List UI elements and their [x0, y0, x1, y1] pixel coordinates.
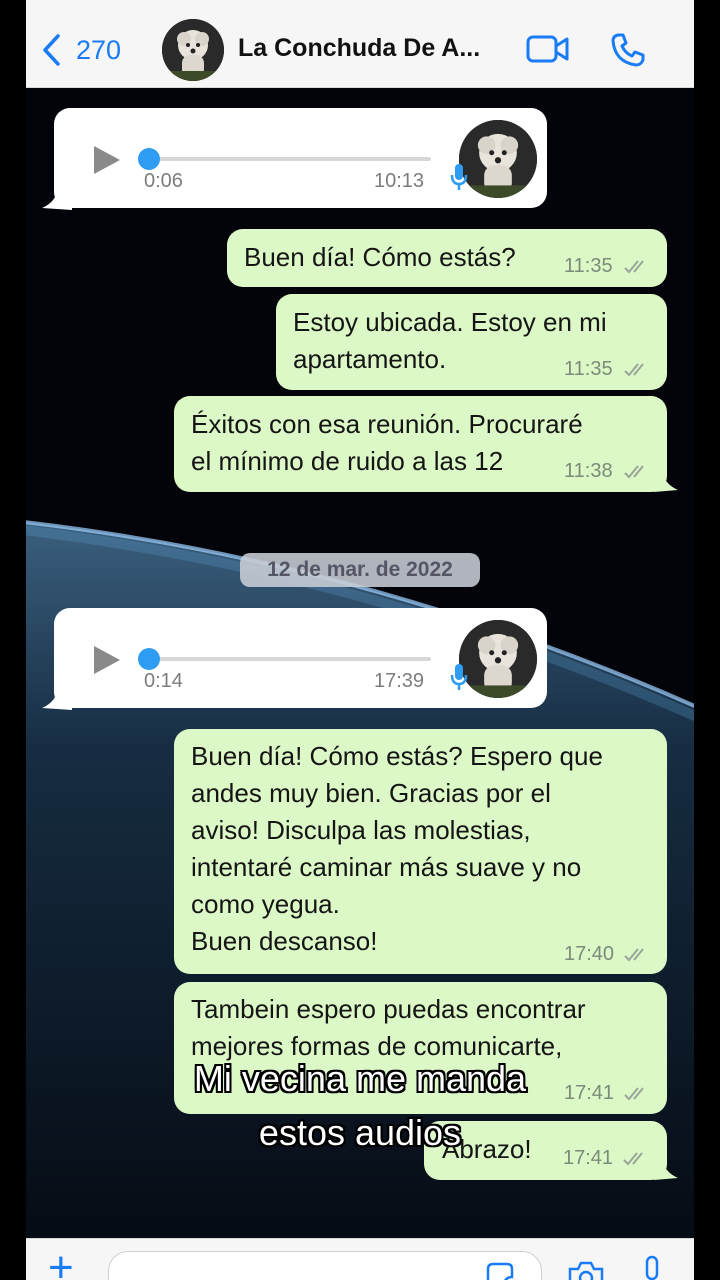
play-icon[interactable] [92, 144, 122, 176]
read-ticks-icon [624, 260, 644, 274]
audio-duration: 0:14 [144, 670, 183, 692]
audio-duration: 0:06 [144, 170, 183, 192]
back-button[interactable]: 270 [40, 30, 140, 70]
message-time: 11:38 [564, 460, 613, 482]
plus-icon[interactable]: + [48, 1246, 74, 1280]
microphone-icon[interactable] [640, 1255, 664, 1280]
read-ticks-icon [624, 465, 644, 479]
dog-avatar-icon [459, 120, 537, 198]
read-ticks-icon [624, 948, 644, 962]
outgoing-message: Buen día! Cómo estás? 11:35 [227, 229, 667, 287]
microphone-icon [450, 164, 468, 190]
voice-message: 0:06 10:13 [54, 108, 547, 208]
message-text: Buen descanso! [191, 926, 378, 956]
message-text: aviso! Disculpa las molestias, [191, 815, 531, 845]
message-text: Buen día! Cómo estás? [244, 242, 516, 272]
message-text: Tambein espero puedas encontrar [191, 994, 586, 1024]
play-icon[interactable] [92, 644, 122, 676]
video-caption: Mi vecina me manda [193, 1058, 527, 1099]
voice-message: 0:14 17:39 [54, 608, 547, 708]
camera-icon[interactable] [566, 1259, 606, 1280]
sticker-icon[interactable] [484, 1261, 516, 1280]
message-time: 11:35 [564, 358, 613, 380]
message-time: 17:40 [564, 943, 615, 965]
microphone-icon [450, 664, 468, 690]
chevron-left-icon [43, 34, 60, 66]
chat-header: 270 La Conchuda De A... [26, 0, 694, 88]
dog-avatar-icon [162, 19, 224, 81]
audio-progress-track[interactable] [151, 657, 431, 661]
message-time: 11:35 [564, 255, 613, 277]
message-text: andes muy bien. Gracias por el [191, 778, 551, 808]
sender-avatar [459, 120, 537, 198]
message-text: intentaré caminar más suave y no [191, 852, 582, 882]
message-text: el mínimo de ruido a las 12 [191, 446, 504, 476]
message-time: 17:39 [374, 670, 425, 692]
dog-avatar-icon [459, 620, 537, 698]
message-time: 10:13 [374, 170, 425, 192]
date-separator: 12 de mar. de 2022 [240, 553, 480, 587]
message-text: Estoy ubicada. Estoy en mi [293, 307, 607, 337]
video-caption: estos audios [258, 1112, 462, 1153]
unread-count: 270 [76, 34, 122, 65]
phone-call-icon[interactable] [610, 32, 646, 68]
outgoing-message: Éxitos con esa reunión. Procuraré el mín… [174, 396, 667, 492]
read-ticks-icon [624, 363, 644, 377]
chat-title[interactable]: La Conchuda De A... [238, 34, 480, 63]
message-text: Éxitos con esa reunión. Procuraré [191, 409, 583, 439]
audio-scrubber[interactable] [138, 148, 160, 170]
audio-progress-track[interactable] [151, 157, 431, 161]
audio-scrubber[interactable] [138, 648, 160, 670]
sender-avatar [459, 620, 537, 698]
message-text: como yegua. [191, 889, 340, 919]
outgoing-message: Buen día! Cómo estás? Espero que andes m… [174, 729, 667, 974]
outgoing-message: Estoy ubicada. Estoy en mi apartamento. … [276, 294, 667, 390]
message-text: Buen día! Cómo estás? Espero que [191, 741, 603, 771]
chat-screen: 270 La Conchuda De A... 0:06 10:13 Buen … [26, 0, 694, 1280]
video-call-icon[interactable] [526, 34, 570, 64]
message-input[interactable] [108, 1251, 542, 1280]
composer-bar: + [26, 1238, 694, 1280]
message-text: apartamento. [293, 344, 447, 374]
contact-avatar[interactable] [162, 19, 224, 81]
